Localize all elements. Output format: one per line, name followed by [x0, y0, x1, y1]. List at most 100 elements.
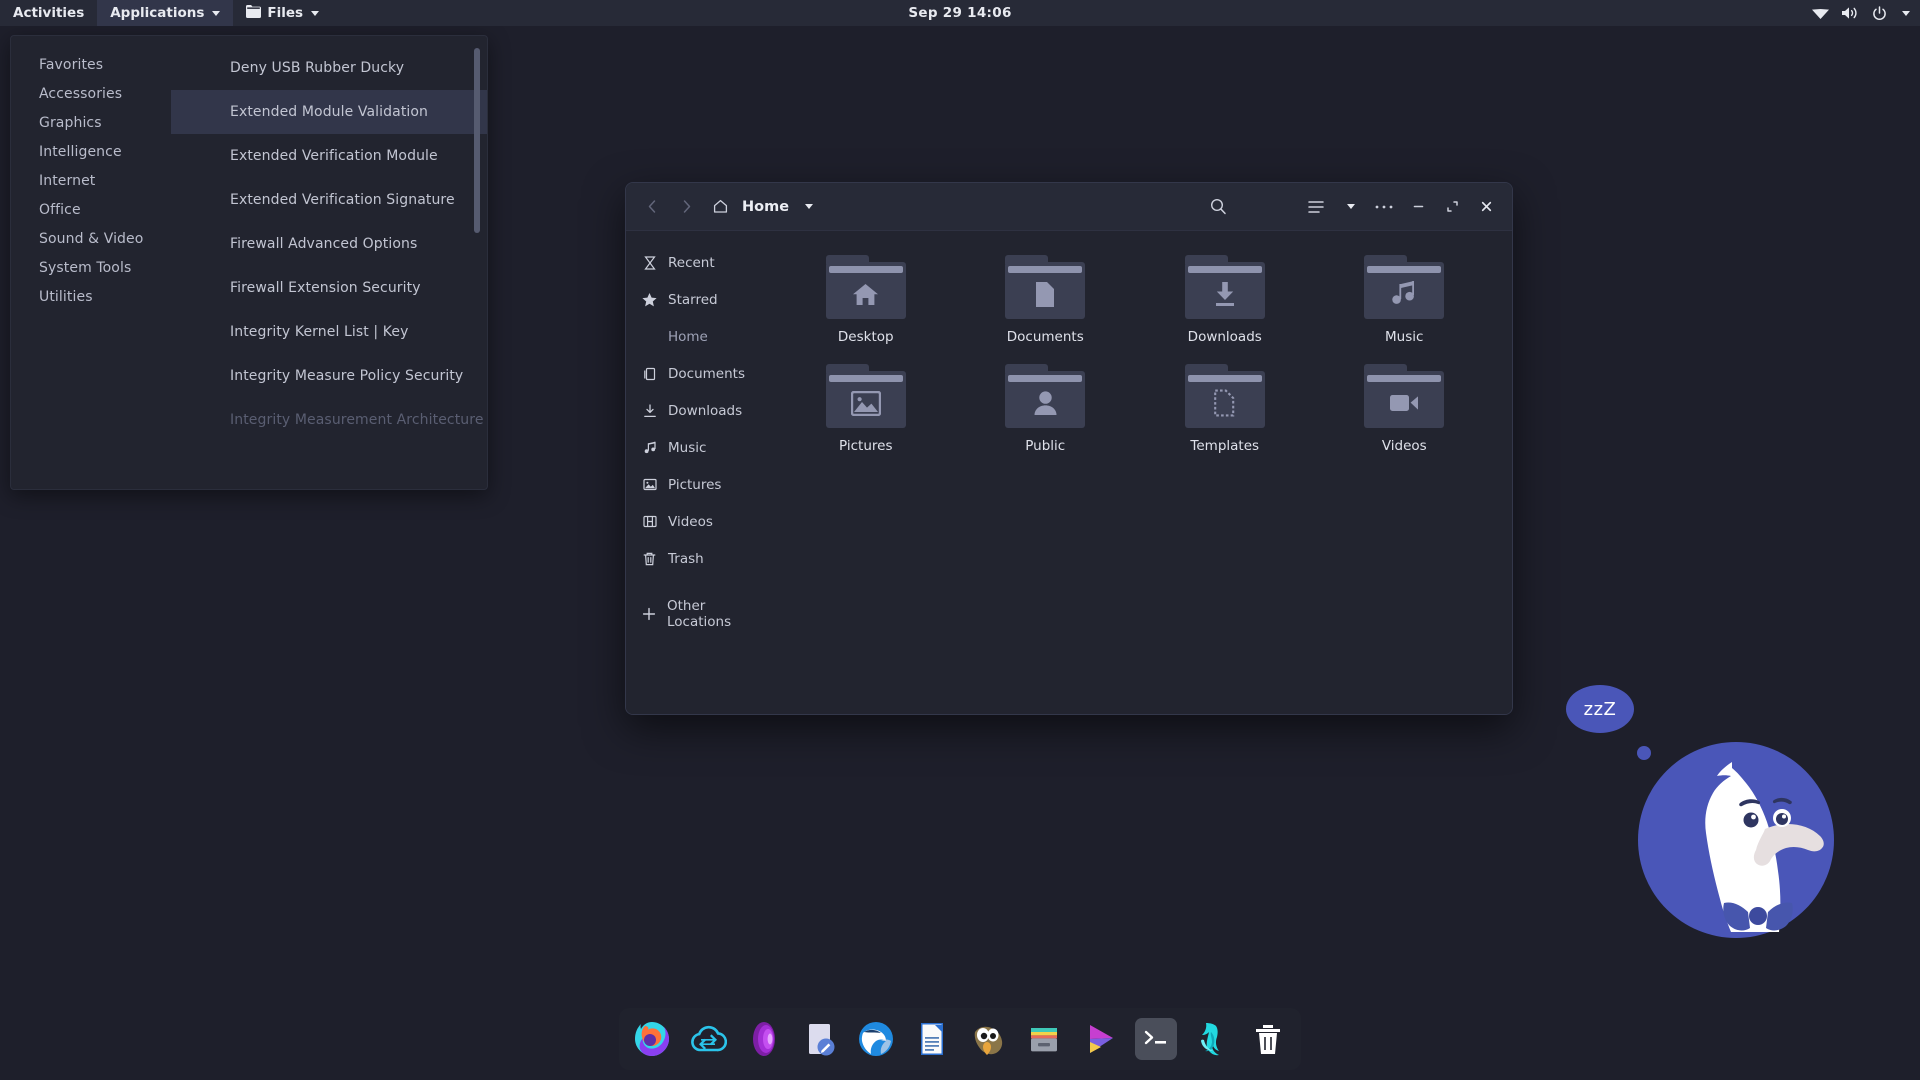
folder-icon: [1005, 255, 1086, 319]
downloads-icon: [642, 403, 657, 418]
minimize-button[interactable]: [1403, 192, 1433, 222]
category-item[interactable]: Sound & Video: [11, 224, 171, 253]
file-grid-area: Desktop Documents Downloads Music Pictur…: [752, 231, 1512, 714]
system-monitor-icon[interactable]: [1191, 1018, 1233, 1060]
category-item[interactable]: Office: [11, 195, 171, 224]
category-item[interactable]: Intelligence: [11, 137, 171, 166]
category-item[interactable]: Favorites: [11, 50, 171, 79]
activities-button[interactable]: Activities: [0, 0, 97, 26]
music-glyph-icon: [1364, 271, 1444, 317]
trash-icon[interactable]: [1247, 1018, 1289, 1060]
sidebar-item-trash[interactable]: Trash: [626, 540, 752, 577]
category-item[interactable]: Internet: [11, 166, 171, 195]
media-player-icon[interactable]: [1079, 1018, 1121, 1060]
chevron-down-icon: [805, 204, 814, 209]
terminal-icon[interactable]: [1135, 1018, 1177, 1060]
file-item-downloads[interactable]: Downloads: [1135, 255, 1315, 345]
application-item[interactable]: Integrity Kernel List | Key: [171, 310, 487, 354]
window-header-bar: Home: [626, 183, 1512, 231]
menu-scrollbar[interactable]: [474, 48, 480, 233]
application-item[interactable]: Firewall Extension Security: [171, 266, 487, 310]
file-item-templates[interactable]: Templates: [1135, 364, 1315, 454]
file-item-public[interactable]: Public: [956, 364, 1136, 454]
application-item[interactable]: Extended Verification Module: [171, 134, 487, 178]
search-icon[interactable]: [1203, 192, 1233, 222]
chevron-down-icon: [212, 10, 221, 16]
power-icon[interactable]: [1872, 5, 1887, 21]
file-archiver-icon[interactable]: [1023, 1018, 1065, 1060]
system-indicators[interactable]: [1812, 5, 1910, 21]
libreoffice-writer-icon[interactable]: [911, 1018, 953, 1060]
sidebar-label: Starred: [668, 291, 718, 308]
folder-icon: [825, 255, 906, 319]
text-editor-icon[interactable]: [799, 1018, 841, 1060]
application-label: Deny USB Rubber Ducky: [230, 60, 405, 76]
gimp-icon[interactable]: [967, 1018, 1009, 1060]
application-item[interactable]: Deny USB Rubber Ducky: [171, 46, 487, 90]
category-label: Intelligence: [39, 143, 122, 160]
view-dropdown[interactable]: [1335, 192, 1365, 222]
file-item-music[interactable]: Music: [1315, 255, 1495, 345]
sidebar-item-recent[interactable]: Recent: [626, 244, 752, 281]
sidebar-item-pictures[interactable]: Pictures: [626, 466, 752, 503]
application-label: Extended Module Validation: [230, 104, 429, 120]
category-list: Favorites Accessories Graphics Intellige…: [11, 36, 171, 489]
menu-icon[interactable]: [1369, 192, 1399, 222]
category-label: Sound & Video: [39, 230, 144, 247]
sidebar-item-documents[interactable]: Documents: [626, 355, 752, 392]
application-item[interactable]: Extended Verification Signature: [171, 178, 487, 222]
sidebar-item-videos[interactable]: Videos: [626, 503, 752, 540]
music-icon: [642, 440, 657, 455]
forward-button[interactable]: [671, 192, 701, 222]
category-item[interactable]: System Tools: [11, 253, 171, 282]
application-label: Integrity Measurement Architecture: [230, 412, 484, 428]
trash-icon: [642, 551, 657, 566]
file-item-desktop[interactable]: Desktop: [776, 255, 956, 345]
application-label: Extended Verification Signature: [230, 192, 455, 208]
back-button[interactable]: [637, 192, 667, 222]
file-label: Downloads: [1187, 329, 1262, 345]
wifi-icon[interactable]: [1812, 7, 1829, 20]
file-grid: Desktop Documents Downloads Music Pictur…: [776, 255, 1494, 454]
firefox-icon[interactable]: [631, 1018, 673, 1060]
folder-icon: [1005, 364, 1086, 428]
category-label: Graphics: [39, 114, 102, 131]
chevron-down-icon[interactable]: [1902, 10, 1910, 16]
file-item-pictures[interactable]: Pictures: [776, 364, 956, 454]
path-dropdown[interactable]: [793, 192, 823, 222]
view-list-icon[interactable]: [1301, 192, 1331, 222]
volume-icon[interactable]: [1842, 6, 1859, 20]
application-item[interactable]: Integrity Measure Policy Security: [171, 354, 487, 398]
sidebar-label: Home: [668, 328, 708, 345]
sidebar-item-downloads[interactable]: Downloads: [626, 392, 752, 429]
sidebar-label: Trash: [668, 550, 704, 567]
category-label: Accessories: [39, 85, 123, 102]
application-item[interactable]: Firewall Advanced Options: [171, 222, 487, 266]
close-button[interactable]: [1471, 192, 1501, 222]
sidebar-item-other-locations[interactable]: Other Locations: [626, 595, 752, 632]
applications-menu-button[interactable]: Applications: [97, 0, 234, 26]
application-item-selected[interactable]: Extended Module Validation: [171, 90, 487, 134]
maximize-button[interactable]: [1437, 192, 1467, 222]
clock[interactable]: Sep 29 14:06: [908, 5, 1011, 21]
category-label: Internet: [39, 172, 96, 189]
application-item[interactable]: Integrity Measurement Architecture: [171, 398, 487, 442]
file-item-videos[interactable]: Videos: [1315, 364, 1495, 454]
home-glyph-icon: [826, 271, 906, 317]
files-window-button[interactable]: Files: [233, 0, 332, 26]
nextcloud-sync-icon[interactable]: [687, 1018, 729, 1060]
places-sidebar: Recent Starred Home Documents Downloads …: [626, 231, 752, 714]
category-item[interactable]: Utilities: [11, 282, 171, 311]
file-item-documents[interactable]: Documents: [956, 255, 1136, 345]
home-icon[interactable]: [705, 192, 735, 222]
category-item[interactable]: Accessories: [11, 79, 171, 108]
sidebar-item-home[interactable]: Home: [626, 318, 752, 355]
category-item[interactable]: Graphics: [11, 108, 171, 137]
thunderbird-icon[interactable]: [855, 1018, 897, 1060]
tor-browser-icon[interactable]: [743, 1018, 785, 1060]
applications-label: Applications: [110, 5, 205, 21]
duckduckgo-duck-mascot: [1636, 740, 1836, 940]
sidebar-label: Recent: [668, 254, 715, 271]
sidebar-item-music[interactable]: Music: [626, 429, 752, 466]
sidebar-item-starred[interactable]: Starred: [626, 281, 752, 318]
